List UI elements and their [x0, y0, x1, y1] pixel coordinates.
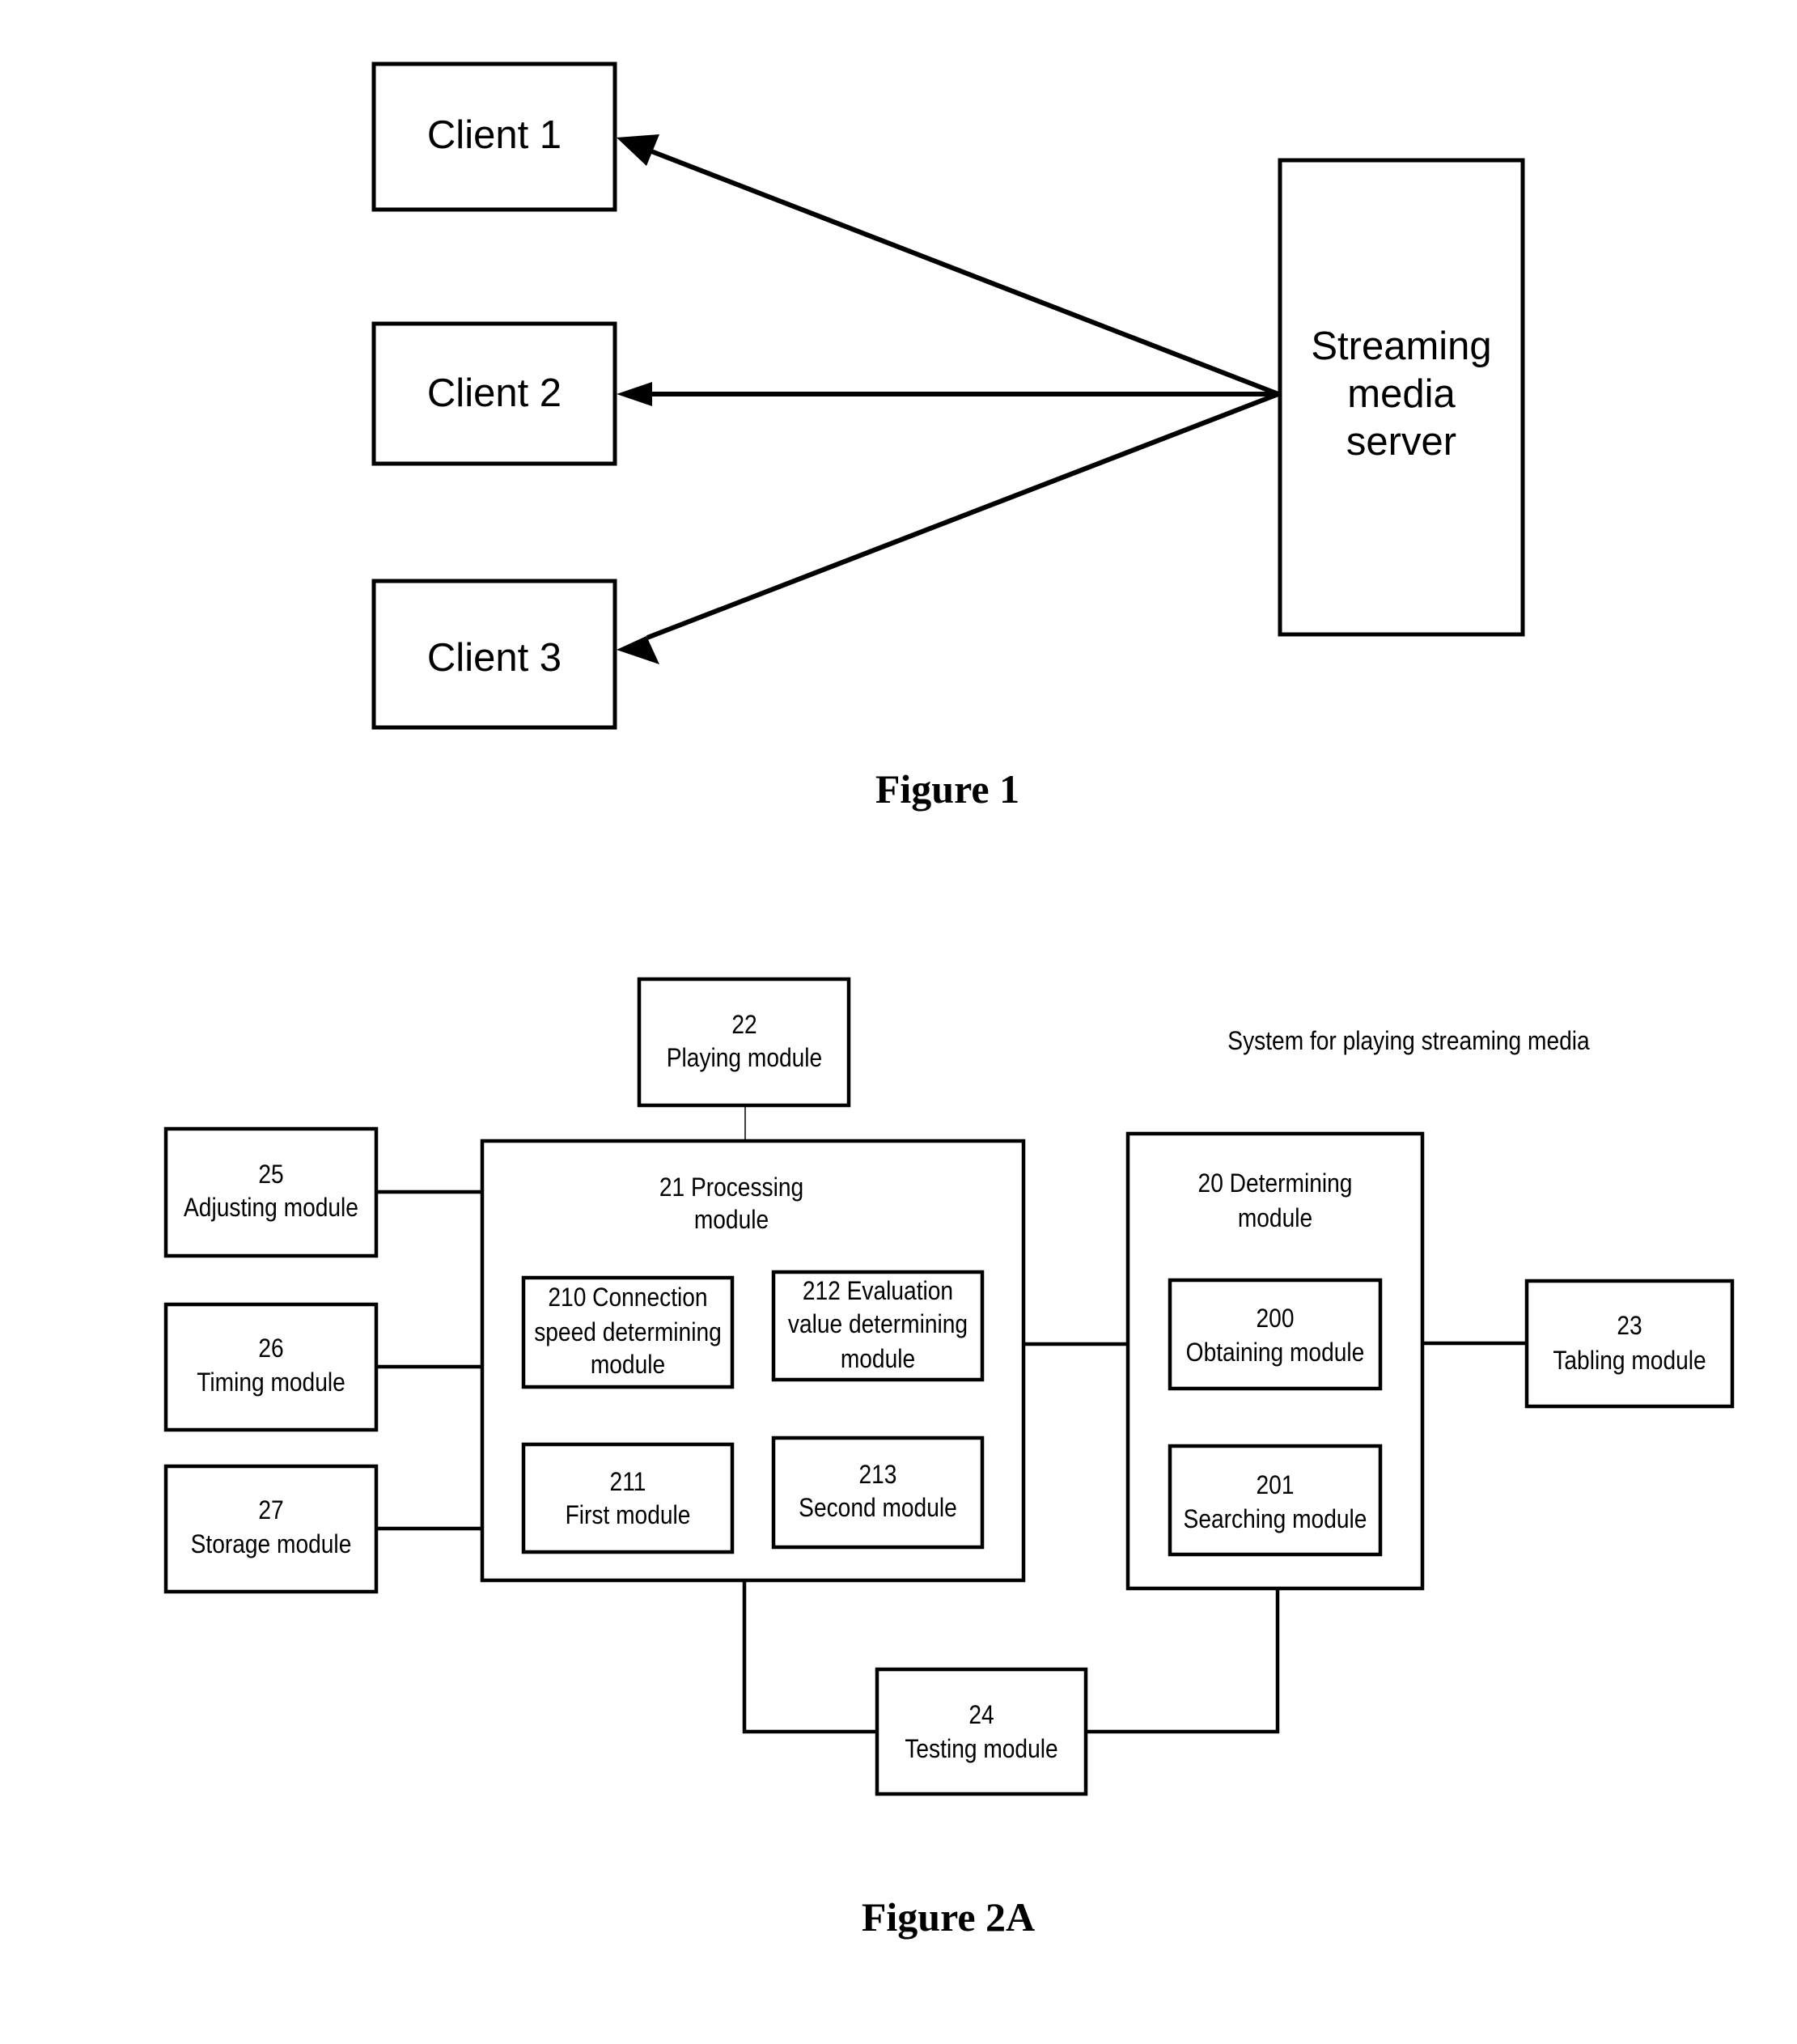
arrow-server-to-client-2 [617, 382, 1278, 406]
tabling-module-frame [1524, 1279, 1735, 1409]
figure-1-caption: Figure 1 [875, 766, 1019, 812]
determining-module-label-line-2: module [1238, 1204, 1312, 1232]
client-3-label: Client 3 [427, 636, 562, 680]
searching-module-label-line-2: Searching module [1184, 1505, 1367, 1533]
tabling-module-box: 23 Tabling module [1524, 1279, 1735, 1409]
arrow-server-to-client-3 [617, 392, 1280, 664]
adjusting-module-box: 25 Adjusting module [163, 1126, 379, 1258]
first-module-frame [521, 1442, 735, 1554]
client-1-box: Client 1 [371, 61, 617, 212]
timing-module-label-line-1: 26 [258, 1334, 283, 1363]
figure-2a-caption: Figure 2A [862, 1894, 1035, 1940]
connector-20-24 [1086, 1588, 1280, 1734]
first-module-label-line-1: 211 [610, 1468, 646, 1496]
adjusting-module-label-line-1: 25 [258, 1160, 283, 1189]
storage-module-box: 27 Storage module [163, 1464, 379, 1594]
system-label: System for playing streaming media [1227, 1027, 1590, 1055]
client-3-box: Client 3 [371, 579, 617, 730]
patent-drawing-sheet: Client 1 Client 2 Client 3 Streaming med… [163, 61, 1735, 1940]
adjusting-module-frame [163, 1126, 379, 1258]
obtaining-module-frame [1168, 1278, 1383, 1391]
connection-speed-determining-module-label-line-2: speed determining [534, 1318, 722, 1346]
connector-21-24 [742, 1580, 877, 1734]
server-label-line-2: media [1347, 372, 1456, 416]
processing-module-label-line-1: 21 Processing [659, 1173, 803, 1202]
storage-module-label-line-1: 27 [258, 1496, 283, 1525]
playing-module-frame [637, 977, 851, 1108]
storage-module-label-line-2: Storage module [191, 1530, 352, 1558]
connection-speed-determining-module-label-line-3: module [591, 1351, 665, 1379]
obtaining-module-label-line-1: 200 [1257, 1304, 1295, 1333]
adjusting-module-label-line-2: Adjusting module [184, 1194, 358, 1222]
searching-module-label-line-1: 201 [1257, 1471, 1295, 1499]
streaming-media-server-box: Streaming media server [1278, 158, 1525, 637]
evaluation-value-determining-module-box: 212 Evaluation value determining module [771, 1270, 985, 1382]
second-module-label-line-2: Second module [799, 1494, 957, 1522]
first-module-label-line-2: First module [566, 1501, 691, 1529]
obtaining-module-box: 200 Obtaining module [1168, 1278, 1383, 1391]
evaluation-value-determining-module-label-line-2: value determining [788, 1310, 968, 1338]
storage-module-frame [163, 1464, 379, 1594]
testing-module-label-line-2: Testing module [905, 1735, 1057, 1763]
client-2-label: Client 2 [427, 371, 562, 415]
timing-module-label-line-2: Timing module [197, 1368, 345, 1397]
obtaining-module-label-line-2: Obtaining module [1186, 1338, 1365, 1367]
testing-module-frame [875, 1667, 1088, 1796]
searching-module-frame [1168, 1444, 1383, 1557]
client-2-box: Client 2 [371, 321, 617, 466]
arrowhead-icon [617, 636, 659, 664]
searching-module-box: 201 Searching module [1168, 1444, 1383, 1557]
connection-speed-determining-module-label-line-1: 210 Connection [548, 1283, 707, 1312]
playing-module-box: 22 Playing module [637, 977, 851, 1108]
evaluation-value-determining-module-label-line-1: 212 Evaluation [803, 1277, 953, 1305]
playing-module-label-line-2: Playing module [667, 1044, 822, 1072]
timing-module-frame [163, 1302, 379, 1432]
tabling-module-label-line-1: 23 [1617, 1312, 1642, 1340]
playing-module-label-line-1: 22 [731, 1011, 757, 1039]
tabling-module-label-line-2: Tabling module [1553, 1346, 1706, 1375]
second-module-label-line-1: 213 [859, 1461, 897, 1489]
determining-module-label-line-1: 20 Determining [1198, 1169, 1353, 1198]
second-module-frame [771, 1435, 985, 1550]
figure-1: Client 1 Client 2 Client 3 Streaming med… [371, 61, 1525, 812]
timing-module-box: 26 Timing module [163, 1302, 379, 1432]
arrowhead-icon [617, 382, 652, 406]
testing-module-box: 24 Testing module [875, 1667, 1088, 1796]
evaluation-value-determining-module-label-line-3: module [841, 1345, 915, 1373]
server-label-line-1: Streaming [1311, 324, 1491, 368]
testing-module-label-line-1: 24 [968, 1701, 994, 1729]
connection-speed-determining-module-box: 210 Connection speed determining module [521, 1275, 735, 1389]
arrow-server-to-client-1 [617, 134, 1280, 397]
server-label-line-3: server [1346, 420, 1456, 464]
first-module-box: 211 First module [521, 1442, 735, 1554]
processing-module-label-line-2: module [694, 1206, 769, 1234]
client-1-label: Client 1 [427, 113, 562, 157]
second-module-box: 213 Second module [771, 1435, 985, 1550]
figure-2a: 22 Playing module 25 Adjusting module 26 Timi… [163, 977, 1735, 1940]
